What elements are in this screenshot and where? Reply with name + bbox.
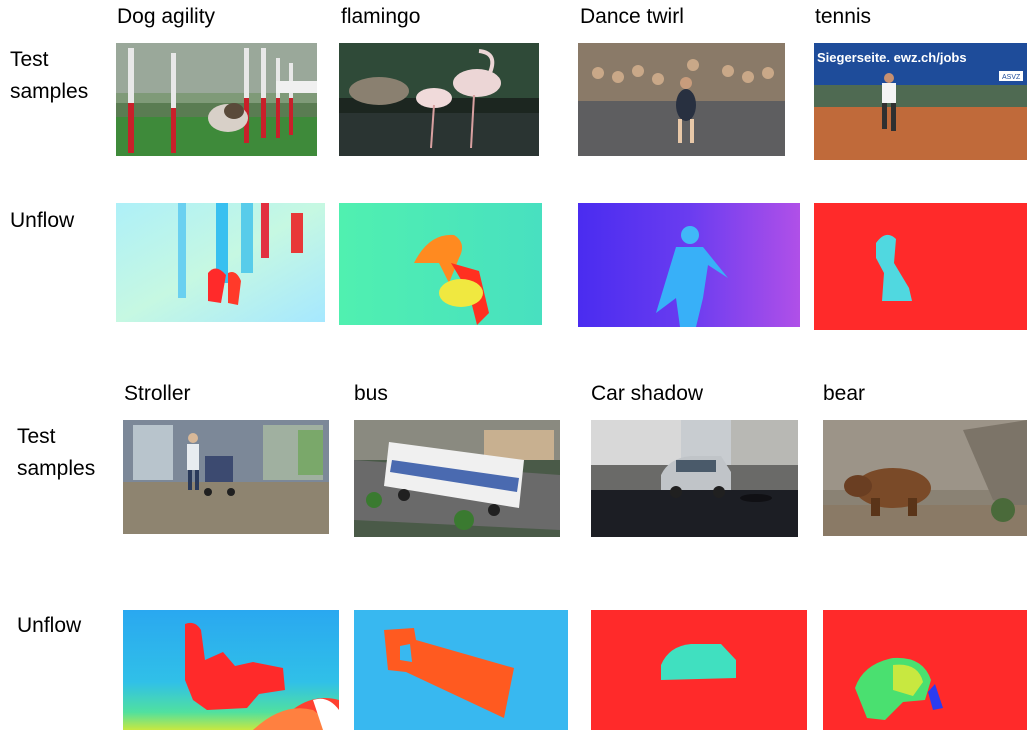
image-flamingo xyxy=(339,43,539,156)
flow-stroller xyxy=(123,610,339,730)
row-label-samples: samples xyxy=(17,457,96,480)
row-label-unflow-1: Unflow xyxy=(10,209,75,232)
title-bear: bear xyxy=(823,382,866,405)
row-label-test: Test xyxy=(10,48,49,71)
tennis-banner-text: Siegerseite. ewz.ch/jobs xyxy=(817,50,967,65)
flow-flamingo xyxy=(339,203,542,325)
image-bus xyxy=(354,420,560,537)
image-bear xyxy=(823,420,1027,536)
title-dance-twirl: Dance twirl xyxy=(580,5,684,28)
image-car-shadow xyxy=(591,420,798,537)
flow-dog-agility xyxy=(116,203,325,322)
flow-bear xyxy=(823,610,1027,730)
row-label-test-samples-1: Test samples xyxy=(10,44,88,108)
title-dog-agility: Dog agility xyxy=(117,5,216,28)
title-flamingo: flamingo xyxy=(341,5,421,28)
row-label-test: Test xyxy=(17,425,56,448)
image-dance-twirl xyxy=(578,43,785,156)
flow-tennis xyxy=(814,203,1027,330)
title-tennis: tennis xyxy=(815,5,872,28)
image-stroller xyxy=(123,420,329,534)
tennis-badge-text: ASVZ xyxy=(1002,74,1021,81)
image-tennis: Siegerseite. ewz.ch/jobs ASVZ xyxy=(814,43,1027,160)
title-stroller: Stroller xyxy=(124,382,191,405)
flow-car-shadow xyxy=(591,610,807,730)
row-label-samples: samples xyxy=(10,80,89,103)
flow-bus xyxy=(354,610,568,730)
row-label-test-samples-2: Test samples xyxy=(17,421,95,485)
row-label-unflow-2: Unflow xyxy=(17,614,82,637)
flow-dance-twirl xyxy=(578,203,800,327)
title-car-shadow: Car shadow xyxy=(591,382,704,405)
title-bus: bus xyxy=(354,382,388,405)
image-dog-agility xyxy=(116,43,317,156)
